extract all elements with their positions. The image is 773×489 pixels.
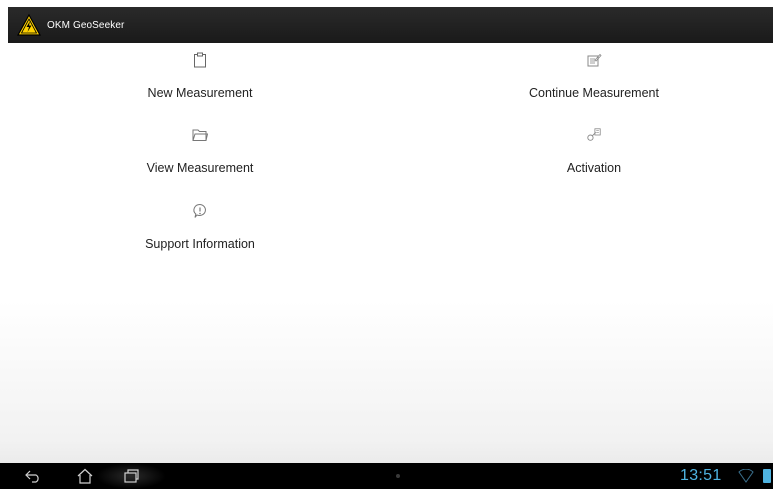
view-measurement-button[interactable]: View Measurement xyxy=(80,127,320,175)
support-information-button[interactable]: Support Information xyxy=(80,203,320,251)
view-measurement-label: View Measurement xyxy=(146,161,254,175)
app-title: OKM GeoSeeker xyxy=(47,19,125,31)
info-bubble-icon xyxy=(192,203,208,219)
activation-button[interactable]: Activation xyxy=(474,127,714,175)
home-icon[interactable] xyxy=(74,466,96,486)
continue-measurement-button[interactable]: Continue Measurement xyxy=(474,52,714,100)
edit-document-icon xyxy=(586,52,602,68)
new-measurement-label: New Measurement xyxy=(147,86,253,100)
key-icon xyxy=(586,127,602,143)
action-bar: OKM GeoSeeker xyxy=(8,7,773,43)
system-nav-bar: 13:51 xyxy=(0,463,773,489)
clipboard-icon xyxy=(192,52,208,68)
wifi-icon xyxy=(738,468,754,483)
warning-triangle-icon[interactable] xyxy=(17,13,41,37)
back-icon[interactable] xyxy=(22,466,44,486)
activation-label: Activation xyxy=(566,161,622,175)
status-clock: 13:51 xyxy=(680,467,722,484)
folder-icon xyxy=(192,127,208,143)
recent-apps-icon[interactable] xyxy=(120,466,142,486)
new-measurement-button[interactable]: New Measurement xyxy=(80,52,320,100)
battery-icon xyxy=(763,469,771,483)
app-screen: OKM GeoSeeker New Measurement Continue M… xyxy=(0,0,773,489)
continue-measurement-label: Continue Measurement xyxy=(529,86,659,100)
support-information-label: Support Information xyxy=(145,237,255,251)
nav-center-dot xyxy=(396,474,400,478)
